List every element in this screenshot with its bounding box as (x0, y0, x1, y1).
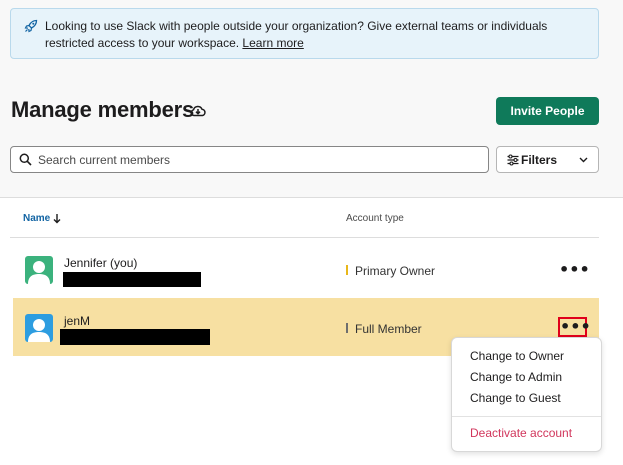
search-icon (19, 153, 32, 166)
menu-item-deactivate-account[interactable]: Deactivate account (470, 426, 572, 440)
table-row[interactable]: Jennifer (you) Primary Owner ••• (13, 240, 599, 298)
header-divider (10, 237, 599, 238)
account-type-label: Primary Owner (355, 264, 436, 278)
search-members[interactable] (10, 146, 489, 173)
avatar (25, 256, 53, 284)
default-avatar-icon (25, 256, 53, 284)
rocket-icon (24, 19, 38, 33)
redacted-email (63, 272, 201, 287)
more-actions-button[interactable]: ••• (558, 317, 591, 337)
redacted-email (60, 329, 210, 345)
invite-people-button[interactable]: Invite People (496, 97, 599, 125)
search-input[interactable] (38, 150, 478, 169)
external-access-banner: Looking to use Slack with people outside… (10, 8, 599, 59)
member-actions-menu: Change to Owner Change to Admin Change t… (451, 337, 602, 452)
more-actions-button[interactable]: ••• (559, 260, 590, 280)
sliders-icon (507, 154, 519, 166)
column-header-name[interactable]: Name (23, 213, 50, 224)
sort-down-arrow-icon[interactable] (53, 213, 61, 224)
account-type-label: Full Member (355, 322, 422, 336)
menu-divider (452, 416, 601, 417)
member-name: jenM (64, 314, 91, 328)
column-header-account-type[interactable]: Account type (346, 213, 404, 224)
avatar (25, 314, 53, 342)
filters-label: Filters (521, 153, 558, 167)
filters-button[interactable]: Filters (496, 146, 599, 173)
menu-item-change-to-admin[interactable]: Change to Admin (470, 370, 562, 384)
learn-more-link[interactable]: Learn more (242, 36, 303, 50)
page-title: Manage members (11, 97, 195, 122)
account-type-indicator (346, 265, 348, 275)
default-avatar-icon (25, 314, 53, 342)
banner-text: Looking to use Slack with people outside… (45, 18, 590, 52)
member-name: Jennifer (you) (64, 256, 138, 270)
account-type-indicator (346, 323, 348, 333)
chevron-down-icon (579, 157, 588, 163)
menu-item-change-to-guest[interactable]: Change to Guest (470, 391, 561, 405)
download-icon[interactable] (189, 102, 207, 120)
menu-item-change-to-owner[interactable]: Change to Owner (470, 349, 564, 363)
